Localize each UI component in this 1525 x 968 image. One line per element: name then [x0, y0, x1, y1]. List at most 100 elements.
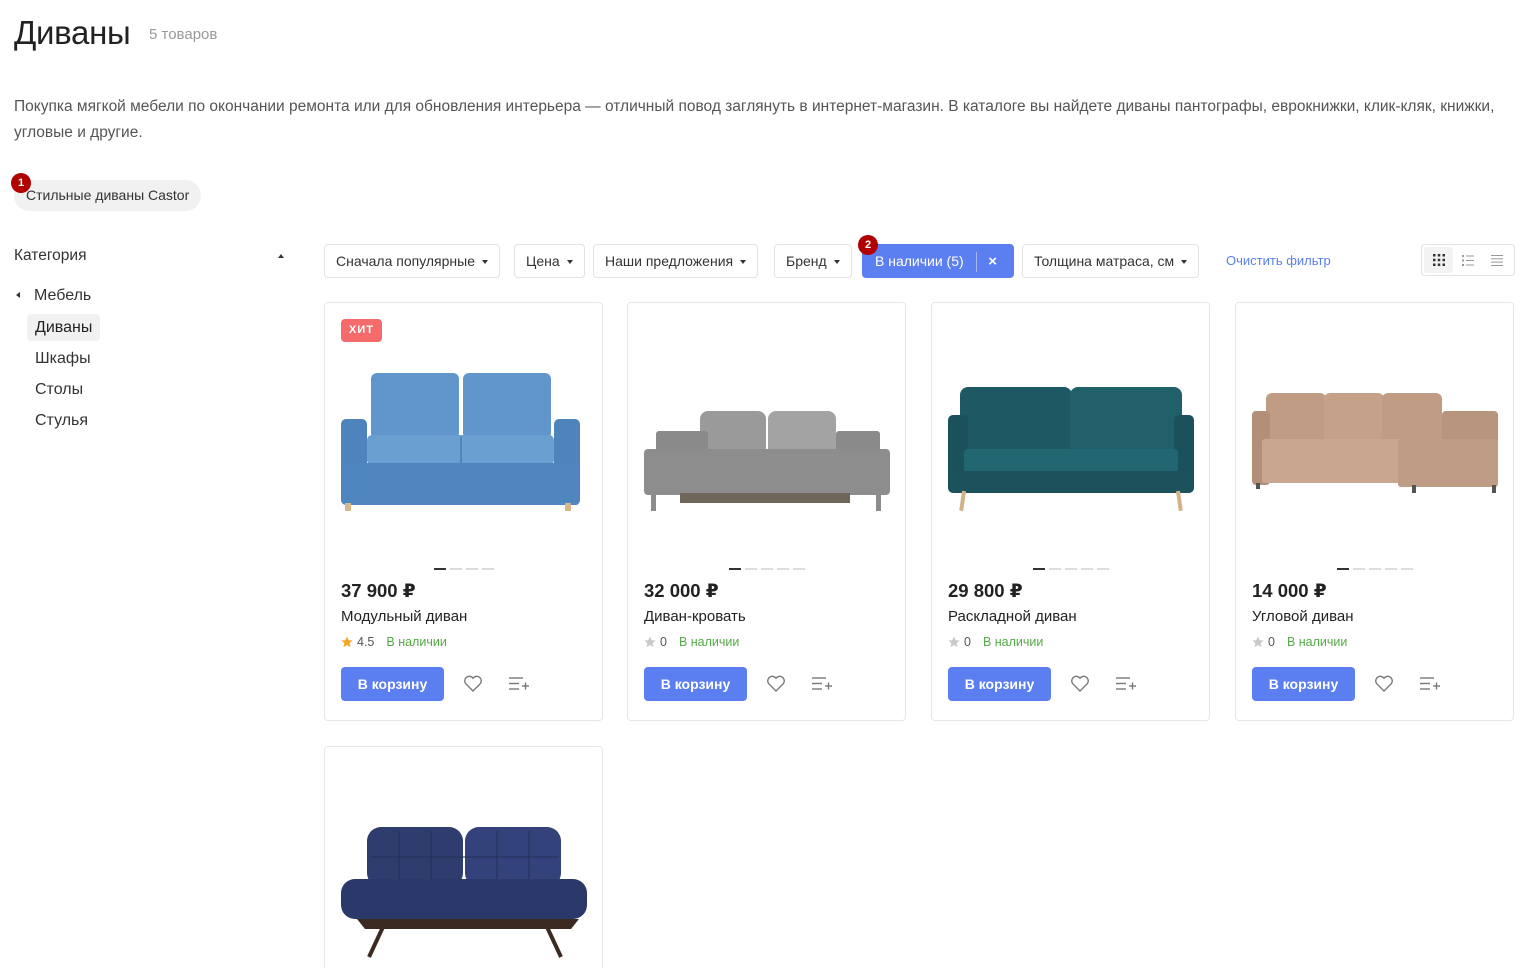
mattress-filter[interactable]: Толщина матраса, см: [1022, 244, 1200, 278]
price-filter-label: Цена: [526, 253, 560, 269]
image-dot[interactable]: [760, 568, 773, 570]
category-description: Покупка мягкой мебели по окончании ремон…: [14, 98, 1495, 141]
grid-view-button[interactable]: [1424, 247, 1454, 273]
stock-status: В наличии: [982, 635, 1044, 649]
dropdown-arrow-icon: [566, 260, 573, 264]
heart-icon[interactable]: [1374, 675, 1394, 693]
brand-filter-label: Бренд: [786, 253, 827, 269]
sidebar-item-sofas[interactable]: Диваны: [27, 314, 101, 341]
product-rating: 4.5: [357, 635, 375, 649]
sidebar-item-chairs[interactable]: Стулья: [27, 407, 96, 434]
heart-icon[interactable]: [463, 675, 483, 693]
dropdown-arrow-icon: [482, 260, 489, 264]
dropdown-arrow-icon: [833, 260, 840, 264]
product-card[interactable]: 32 000 ₽ Диван-кровать 0 В наличии В кор…: [627, 302, 906, 721]
product-card[interactable]: 29 800 ₽ Раскладной диван 0 В наличии В …: [931, 302, 1210, 721]
image-dot[interactable]: [1400, 568, 1413, 570]
image-dot[interactable]: [1096, 568, 1109, 570]
image-dot[interactable]: [744, 568, 757, 570]
product-name[interactable]: Модульный диван: [341, 608, 467, 625]
sofa-image[interactable]: [337, 353, 592, 523]
image-dot[interactable]: [776, 568, 789, 570]
image-pagination[interactable]: [628, 568, 905, 570]
image-dot[interactable]: [449, 568, 462, 570]
compare-icon[interactable]: [1419, 675, 1441, 693]
sofa-image[interactable]: [944, 353, 1199, 523]
star-icon: [341, 636, 353, 648]
price-filter[interactable]: Цена: [514, 244, 585, 278]
brand-filter[interactable]: Бренд: [774, 244, 852, 278]
product-price: 29 800 ₽: [948, 580, 1023, 601]
tag-chip-castor[interactable]: Стильные диваны Castor: [14, 180, 202, 211]
image-dot[interactable]: [1064, 568, 1077, 570]
annotation-marker: 2: [858, 235, 878, 255]
image-dot[interactable]: [465, 568, 478, 570]
annotation-marker: 1: [11, 173, 31, 193]
sofa-image[interactable]: [640, 353, 895, 523]
compare-icon[interactable]: [1115, 675, 1137, 693]
image-dot[interactable]: [728, 568, 741, 570]
hit-badge: ХИТ: [341, 319, 382, 342]
heart-icon[interactable]: [766, 675, 786, 693]
image-pagination[interactable]: [325, 568, 602, 570]
tree-root-furniture[interactable]: Мебель: [14, 287, 91, 305]
list-view-button[interactable]: [1453, 247, 1482, 273]
star-icon: [644, 636, 656, 648]
image-dot[interactable]: [1336, 568, 1349, 570]
add-to-cart-button[interactable]: В корзину: [948, 667, 1051, 701]
product-meta: 0 В наличии: [948, 635, 1043, 649]
image-pagination[interactable]: [1236, 568, 1513, 570]
product-rating: 0: [660, 635, 667, 649]
image-dot[interactable]: [1368, 568, 1381, 570]
compare-icon[interactable]: [811, 675, 833, 693]
product-name[interactable]: Угловой диван: [1252, 608, 1354, 625]
product-meta: 4.5 В наличии: [341, 635, 447, 649]
collapse-caret-icon[interactable]: [278, 254, 284, 258]
image-dot[interactable]: [433, 568, 446, 570]
mattress-filter-label: Толщина матраса, см: [1034, 253, 1175, 269]
product-name[interactable]: Диван-кровать: [644, 608, 746, 625]
product-meta: 0 В наличии: [1252, 635, 1347, 649]
sidebar-item-tables[interactable]: Столы: [27, 376, 91, 403]
add-to-cart-button[interactable]: В корзину: [1252, 667, 1355, 701]
sofa-image[interactable]: [1248, 353, 1503, 523]
add-to-cart-button[interactable]: В корзину: [341, 667, 444, 701]
image-dot[interactable]: [1048, 568, 1061, 570]
stock-status: В наличии: [386, 635, 447, 649]
product-card[interactable]: 14 000 ₽ Угловой диван 0 В наличии В кор…: [1235, 302, 1514, 721]
dropdown-arrow-icon: [740, 260, 747, 264]
clear-filter-close-icon[interactable]: ×: [977, 246, 1009, 278]
sidebar-title[interactable]: Категория: [14, 247, 86, 265]
grid-icon: [1432, 254, 1445, 266]
tree-root-label: Мебель: [34, 287, 92, 304]
image-dot[interactable]: [1352, 568, 1365, 570]
table-view-button[interactable]: [1483, 247, 1512, 273]
image-pagination[interactable]: [932, 568, 1209, 570]
sofa-image[interactable]: [337, 797, 592, 967]
stock-status: В наличии: [1286, 635, 1348, 649]
image-dot[interactable]: [1080, 568, 1093, 570]
product-card[interactable]: ХИТ 37 900 ₽ Модульный диван 4.5 В налич…: [324, 302, 603, 721]
clear-filters-link[interactable]: Очистить фильтр: [1226, 253, 1331, 268]
sort-dropdown[interactable]: Сначала популярные: [324, 244, 501, 278]
page-title: Диваны: [14, 14, 131, 51]
product-meta: 0 В наличии: [644, 635, 739, 649]
add-to-cart-button[interactable]: В корзину: [644, 667, 747, 701]
heart-icon[interactable]: [1070, 675, 1090, 693]
product-rating: 0: [1268, 635, 1275, 649]
offers-filter-label: Наши предложения: [605, 253, 734, 269]
product-name[interactable]: Раскладной диван: [948, 608, 1077, 625]
image-dot[interactable]: [1384, 568, 1397, 570]
sort-label: Сначала популярные: [336, 253, 476, 269]
image-dot[interactable]: [792, 568, 805, 570]
image-dot[interactable]: [481, 568, 494, 570]
offers-filter[interactable]: Наши предложения: [593, 244, 759, 278]
in-stock-filter[interactable]: В наличии (5) ×: [862, 244, 1014, 278]
product-count: 5 товаров: [149, 26, 218, 43]
dropdown-arrow-icon: [1181, 260, 1188, 264]
product-card[interactable]: [324, 746, 603, 968]
compare-icon[interactable]: [508, 675, 530, 693]
sidebar-item-wardrobes[interactable]: Шкафы: [27, 345, 99, 372]
product-rating: 0: [964, 635, 971, 649]
image-dot[interactable]: [1032, 568, 1045, 570]
